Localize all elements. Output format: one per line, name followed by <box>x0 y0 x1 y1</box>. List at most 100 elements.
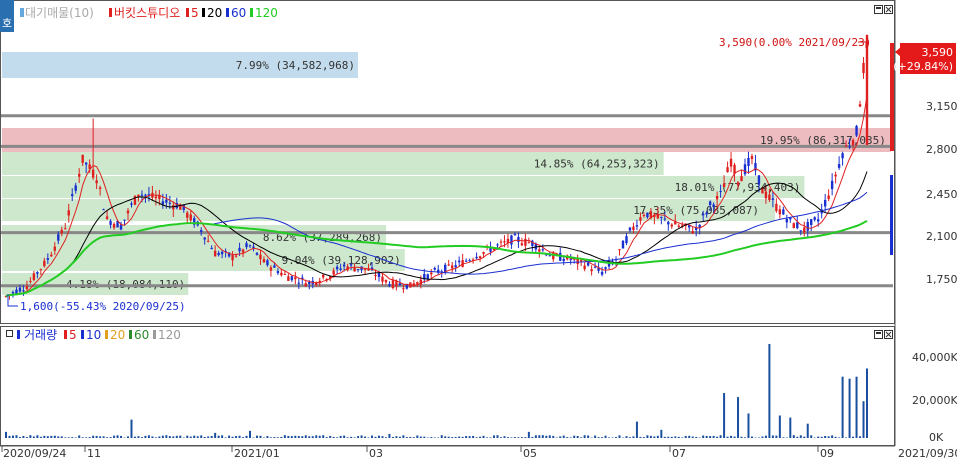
volume-bar <box>583 435 586 438</box>
x-axis-label: 2020/09/24 <box>3 447 66 460</box>
candle-body <box>84 162 88 165</box>
volume-bar <box>165 435 168 438</box>
vol-ma120-legend-label: 120 <box>158 328 181 342</box>
candle-body <box>91 169 95 178</box>
candle-body <box>46 258 50 260</box>
price-axis-label: 2,100 <box>926 230 957 243</box>
candle-body <box>475 256 478 259</box>
volume-bar <box>189 436 192 438</box>
volume-bar <box>688 435 691 438</box>
candle-body <box>154 196 158 199</box>
volume-bar <box>827 436 830 438</box>
candle-body <box>562 258 565 262</box>
candle-body <box>210 247 213 250</box>
volume-bar <box>374 436 377 438</box>
candle-body <box>105 216 109 219</box>
volume-bar <box>545 435 548 438</box>
volume-bar <box>447 436 450 438</box>
volume-bar <box>841 376 844 438</box>
volume-bar <box>702 435 705 438</box>
volume-bar <box>416 435 419 438</box>
volume-bar <box>364 436 367 438</box>
volume-bar <box>116 435 119 438</box>
volume-bar <box>782 437 785 438</box>
volume-bar <box>109 437 112 438</box>
volume-bar <box>510 437 513 438</box>
candle-body <box>342 264 346 267</box>
high-annotation: 3,590(0.00% 2021/09/23) <box>719 36 871 49</box>
candle-body <box>782 209 785 215</box>
volume-bar <box>653 436 656 438</box>
candle-body <box>677 225 680 227</box>
volume-bar <box>322 435 325 438</box>
candle-body <box>64 228 67 230</box>
volume-bar <box>576 435 579 438</box>
volume-profile-label: 7.99% (34,582,968) <box>236 59 355 72</box>
maximize-icon[interactable] <box>874 330 883 339</box>
volume-bar <box>440 435 443 438</box>
axis-blue-bar <box>890 175 893 255</box>
candle-body <box>726 167 729 173</box>
volume-bar <box>503 436 506 438</box>
candle-body <box>450 265 454 269</box>
volume-profile-legend-icon <box>20 8 24 17</box>
maximize-icon[interactable] <box>874 5 883 14</box>
x-axis-label: 09 <box>820 447 834 460</box>
candle-body <box>768 194 771 200</box>
volume-bar <box>144 435 147 438</box>
volume-bar <box>646 435 649 438</box>
volume-bar <box>750 436 753 438</box>
candle-body <box>18 287 22 292</box>
candle-body <box>670 224 673 227</box>
volume-bar <box>552 435 555 438</box>
volume-bar <box>862 401 865 438</box>
volume-bar <box>454 436 457 438</box>
volume-bar <box>273 437 276 438</box>
volume-bar <box>743 437 746 438</box>
volume-bar <box>768 343 771 438</box>
candle-body <box>499 241 503 243</box>
volume-bar <box>57 436 60 438</box>
candle-body <box>36 272 39 274</box>
volume-bar <box>608 437 611 438</box>
volume-bar <box>845 437 848 438</box>
volume-bar <box>161 435 164 438</box>
volume-bar <box>831 435 834 438</box>
candle-body <box>764 191 768 199</box>
candle-body <box>464 260 468 262</box>
side-tab[interactable]: 호 <box>0 0 14 32</box>
volume-bar <box>329 435 332 438</box>
candle-body <box>691 231 694 234</box>
candle-body <box>186 212 189 218</box>
candle-body <box>837 164 841 168</box>
volume-panel-toggle-icon[interactable] <box>6 330 13 337</box>
volume-bar <box>249 430 252 438</box>
candle-body <box>632 226 635 231</box>
volume-bar <box>259 435 262 438</box>
volume-bar <box>325 437 328 438</box>
current-price-pointer <box>895 47 901 57</box>
candle-body <box>750 155 754 160</box>
volume-bar <box>409 436 412 438</box>
volume-profile-bar <box>2 128 891 152</box>
volume-bar <box>810 435 813 438</box>
volume-bar <box>628 437 631 438</box>
volume-bar <box>11 435 14 438</box>
ma120-legend-icon <box>250 8 253 17</box>
candle-body <box>161 201 165 205</box>
candle-body <box>503 241 506 243</box>
volume-bar <box>740 436 743 438</box>
volume-bar <box>53 435 56 438</box>
candle-body <box>377 272 381 278</box>
volume-bar <box>573 435 576 438</box>
candle-body <box>269 267 273 271</box>
candle-body <box>618 249 621 251</box>
ma60-legend-icon <box>226 8 229 17</box>
candle-body <box>402 288 405 290</box>
volume-bar <box>559 436 562 438</box>
vol-ma5-legend-label: 5 <box>69 328 77 342</box>
current-price-change: (+29.84%) <box>893 60 953 73</box>
volume-bar <box>705 435 708 438</box>
volume-bar <box>350 436 353 438</box>
candle-body <box>586 262 590 266</box>
